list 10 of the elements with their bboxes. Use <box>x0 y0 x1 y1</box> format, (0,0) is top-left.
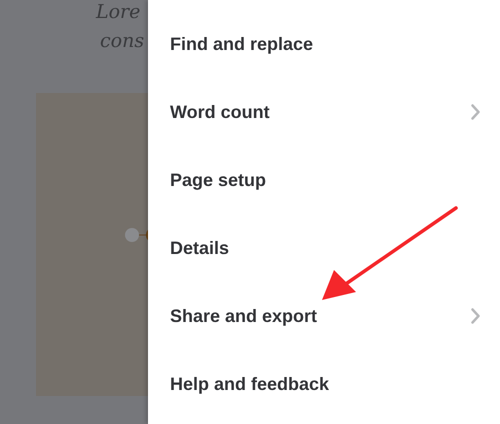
menu-item[interactable]: Find and replace <box>148 10 500 78</box>
document-text: cons <box>100 29 144 54</box>
menu-item[interactable]: Page setup <box>148 146 500 214</box>
document-text: Lore <box>96 0 140 25</box>
chevron-right-icon <box>471 308 480 324</box>
menu-item[interactable]: Word count <box>148 78 500 146</box>
menu-item[interactable]: Details <box>148 214 500 282</box>
chevron-right-icon <box>471 104 480 120</box>
menu-item[interactable]: Help and feedback <box>148 350 500 418</box>
menu-item[interactable]: Share and export <box>148 282 500 350</box>
